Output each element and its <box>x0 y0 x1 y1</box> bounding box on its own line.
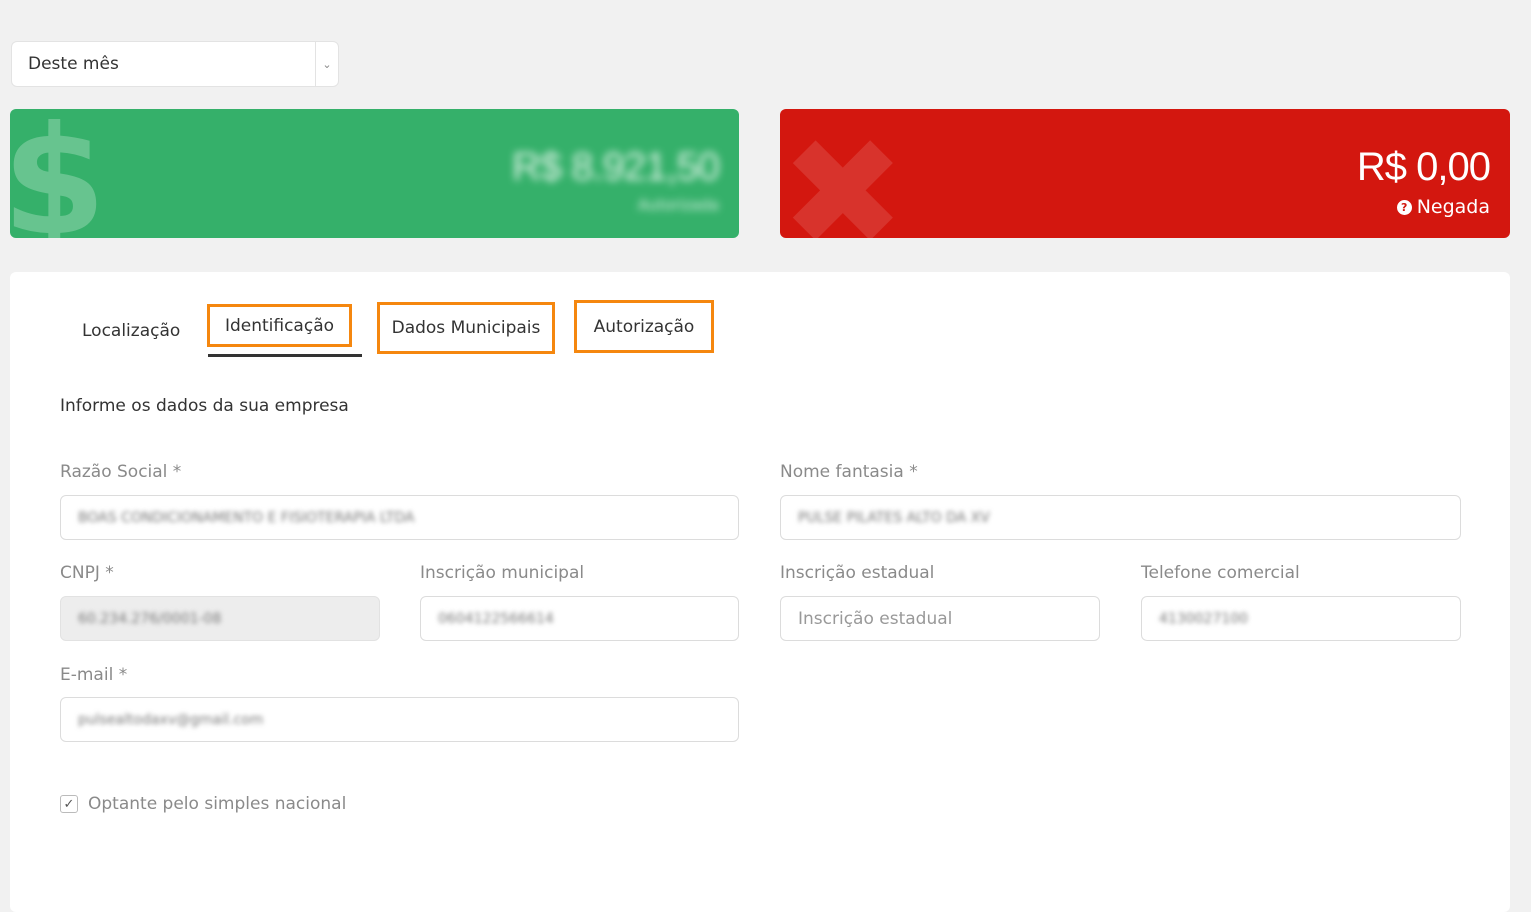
company-form-panel: Localização Identificação Dados Municipa… <box>10 272 1510 912</box>
razao-social-input[interactable]: BOAS CONDICIONAMENTO E FISIOTERAPIA LTDA <box>60 495 739 540</box>
period-select-value: Deste mês <box>28 54 119 74</box>
simples-nacional-row: ✓ Optante pelo simples nacional <box>60 794 346 814</box>
email-value: pulsealtodaxv@gmail.com <box>78 711 264 728</box>
cnpj-value: 60.234.276/0001-08 <box>78 610 222 627</box>
tab-localizacao[interactable]: Localização <box>82 316 180 346</box>
chevron-down-icon[interactable]: ⌄ <box>315 42 338 86</box>
active-tab-indicator <box>208 354 362 357</box>
authorized-summary-card: $ R$ 8.921,50 Autorizada <box>10 109 739 238</box>
cnpj-input: 60.234.276/0001-08 <box>60 596 380 641</box>
email-label: E-mail * <box>60 665 128 685</box>
inscricao-estadual-label: Inscrição estadual <box>780 563 935 583</box>
inscricao-estadual-placeholder: Inscrição estadual <box>798 608 953 629</box>
help-icon[interactable]: ? <box>1396 199 1412 215</box>
inscricao-municipal-value: 0604122566614 <box>438 610 554 627</box>
telefone-value: 4130027100 <box>1159 610 1249 627</box>
razao-social-label: Razão Social * <box>60 462 182 482</box>
tab-autorizacao[interactable]: Autorização <box>574 300 714 353</box>
nome-fantasia-input[interactable]: PULSE PILATES ALTO DA XV <box>780 495 1461 540</box>
nome-fantasia-value: PULSE PILATES ALTO DA XV <box>798 509 990 526</box>
tab-dados-municipais[interactable]: Dados Municipais <box>377 302 555 354</box>
x-icon: ✖ <box>780 109 906 238</box>
authorized-amount: R$ 8.921,50 <box>512 145 720 189</box>
section-title: Informe os dados da sua empresa <box>60 396 349 416</box>
telefone-input[interactable]: 4130027100 <box>1141 596 1461 641</box>
nome-fantasia-label: Nome fantasia * <box>780 462 918 482</box>
telefone-label: Telefone comercial <box>1141 563 1300 583</box>
period-select[interactable]: Deste mês ⌄ <box>11 41 339 87</box>
razao-social-value: BOAS CONDICIONAMENTO E FISIOTERAPIA LTDA <box>78 509 415 526</box>
denied-status-label: Negada <box>1416 196 1490 218</box>
authorized-status-label: Autorizada <box>638 196 719 214</box>
email-input[interactable]: pulsealtodaxv@gmail.com <box>60 697 739 742</box>
tab-identificacao[interactable]: Identificação <box>207 304 352 347</box>
inscricao-estadual-input[interactable]: Inscrição estadual <box>780 596 1100 641</box>
denied-summary-card: ✖ R$ 0,00 ? Negada <box>780 109 1510 238</box>
authorized-status: Autorizada <box>638 196 719 214</box>
denied-amount: R$ 0,00 <box>1356 145 1491 189</box>
cnpj-label: CNPJ * <box>60 563 114 583</box>
dollar-icon: $ <box>10 109 107 238</box>
inscricao-municipal-label: Inscrição municipal <box>420 563 585 583</box>
denied-status: ? Negada <box>1396 196 1490 218</box>
simples-nacional-checkbox[interactable]: ✓ <box>60 795 78 813</box>
simples-nacional-label: Optante pelo simples nacional <box>88 794 347 814</box>
inscricao-municipal-input[interactable]: 0604122566614 <box>420 596 739 641</box>
